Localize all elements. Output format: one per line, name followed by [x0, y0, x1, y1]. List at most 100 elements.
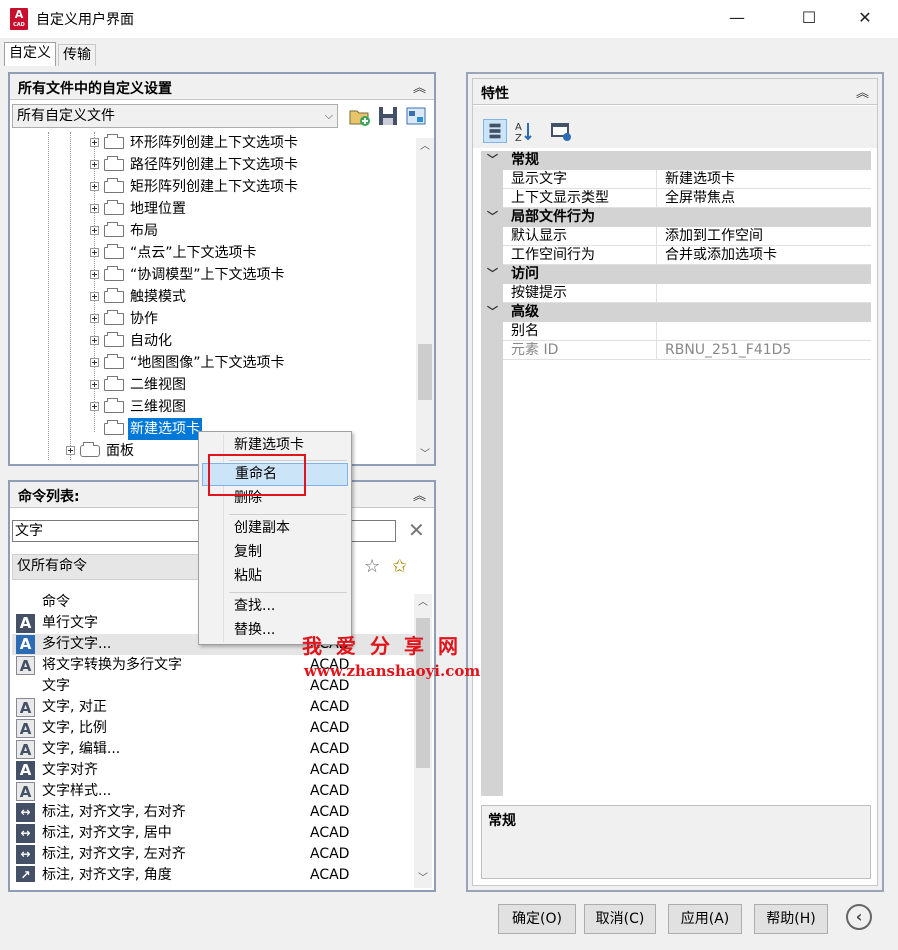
- single-line-text-icon: A: [16, 614, 35, 633]
- list-item[interactable]: ↔ 标注, 对齐文字, 左对齐 ACAD: [12, 844, 412, 865]
- alphabetical-sort-icon[interactable]: AZ: [511, 119, 535, 143]
- category-advanced[interactable]: ﹀ 高级: [481, 303, 871, 322]
- list-item[interactable]: ↔ 标注, 对齐文字, 右对齐 ACAD: [12, 802, 412, 823]
- collapse-category-icon[interactable]: ﹀: [487, 265, 498, 283]
- expand-plus-icon[interactable]: [90, 292, 99, 301]
- expand-plus-icon[interactable]: [90, 182, 99, 191]
- collapse-category-icon[interactable]: ﹀: [487, 208, 498, 226]
- open-file-icon[interactable]: [348, 104, 372, 128]
- collapse-chevron-icon[interactable]: ︽: [413, 485, 426, 504]
- list-item[interactable]: A 文字, 对正 ACAD: [12, 697, 412, 718]
- maximize-button[interactable]: ☐: [786, 0, 832, 38]
- list-item[interactable]: A 文字样式... ACAD: [12, 781, 412, 802]
- collapse-category-icon[interactable]: ﹀: [487, 151, 498, 169]
- expand-plus-icon[interactable]: [90, 336, 99, 345]
- collapse-category-icon[interactable]: ﹀: [487, 303, 498, 321]
- list-item[interactable]: ↔ 标注, 对齐文字, 居中 ACAD: [12, 823, 412, 844]
- ok-button[interactable]: 确定(O): [498, 904, 576, 934]
- title-bar: A CAD 自定义用户界面 — ☐ ✕: [0, 0, 898, 38]
- expand-plus-icon[interactable]: [90, 402, 99, 411]
- menu-item-find[interactable]: 查找...: [202, 595, 348, 618]
- column-header-command[interactable]: 命令: [42, 592, 70, 613]
- category-access[interactable]: ﹀ 访问: [481, 265, 871, 284]
- expand-plus-icon[interactable]: [66, 446, 75, 455]
- expand-plus-icon[interactable]: [90, 160, 99, 169]
- property-row[interactable]: 按键提示: [481, 284, 871, 303]
- list-item[interactable]: A 文字, 编辑... ACAD: [12, 739, 412, 760]
- property-row[interactable]: 显示文字 新建选项卡: [481, 170, 871, 189]
- property-value[interactable]: 全屏带焦点: [657, 189, 871, 208]
- row-gutter: [481, 341, 503, 360]
- tree-guide-line: [48, 132, 49, 460]
- svg-text:A: A: [515, 122, 522, 133]
- property-name: 默认显示: [503, 227, 657, 246]
- help-button[interactable]: 帮助(H): [754, 904, 828, 934]
- display-filters-icon[interactable]: [404, 104, 428, 128]
- dim-text-center-icon: ↔: [16, 824, 35, 843]
- property-row[interactable]: 默认显示 添加到工作空间: [481, 227, 871, 246]
- close-button[interactable]: ✕: [842, 0, 888, 38]
- collapse-chevron-icon[interactable]: ︽: [856, 82, 869, 101]
- expand-plus-icon[interactable]: [90, 380, 99, 389]
- row-gutter: [481, 227, 503, 246]
- scroll-down-icon[interactable]: ﹀: [416, 446, 434, 464]
- property-value[interactable]: 新建选项卡: [657, 170, 871, 189]
- property-value[interactable]: 合并或添加选项卡: [657, 246, 871, 265]
- minimize-button[interactable]: —: [714, 0, 760, 38]
- collapse-chevron-icon[interactable]: ︽: [413, 77, 426, 96]
- text-align-icon: A: [16, 761, 35, 780]
- expand-plus-icon[interactable]: [90, 248, 99, 257]
- customizations-panel-title: 所有文件中的自定义设置: [18, 81, 172, 97]
- dim-text-left-icon: ↔: [16, 845, 35, 864]
- scroll-thumb[interactable]: [418, 344, 432, 400]
- customization-file-select[interactable]: 所有自定义文件 ⌵: [12, 104, 338, 128]
- property-name: 按键提示: [503, 284, 657, 303]
- scroll-down-icon[interactable]: ﹀: [414, 870, 432, 888]
- expand-plus-icon[interactable]: [90, 314, 99, 323]
- folder-icon: [104, 222, 124, 237]
- new-command-star-icon[interactable]: ✩: [392, 556, 407, 577]
- tab-customize[interactable]: 自定义: [4, 42, 56, 66]
- property-value[interactable]: [657, 284, 871, 303]
- category-general[interactable]: ﹀ 常规: [481, 151, 871, 170]
- expand-plus-icon[interactable]: [90, 204, 99, 213]
- expand-plus-icon[interactable]: [90, 138, 99, 147]
- property-name: 上下文显示类型: [503, 189, 657, 208]
- property-name: 工作空间行为: [503, 246, 657, 265]
- category-partial-file-behavior[interactable]: ﹀ 局部文件行为: [481, 208, 871, 227]
- properties-panel: 特性 ︽ AZ ﹀ 常规 显示文字 新建选项卡 上下文显示类型 全屏带焦点 ﹀ 局部文件…: [472, 78, 878, 886]
- description-box: 常规: [481, 805, 871, 879]
- menu-separator: [229, 514, 347, 515]
- menu-item-copy[interactable]: 复制: [202, 541, 348, 564]
- folder-icon: [104, 420, 124, 435]
- property-row[interactable]: 别名: [481, 322, 871, 341]
- scroll-up-icon[interactable]: ︿: [416, 138, 434, 156]
- apply-button[interactable]: 应用(A): [668, 904, 742, 934]
- property-row[interactable]: 上下文显示类型 全屏带焦点: [481, 189, 871, 208]
- cancel-button[interactable]: 取消(C): [584, 904, 656, 934]
- expand-plus-icon[interactable]: [90, 270, 99, 279]
- property-row[interactable]: 工作空间行为 合并或添加选项卡: [481, 246, 871, 265]
- property-value[interactable]: [657, 322, 871, 341]
- list-item[interactable]: A 文字对齐 ACAD: [12, 760, 412, 781]
- chevron-down-icon: ⌵: [324, 109, 333, 122]
- menu-item-paste[interactable]: 粘贴: [202, 565, 348, 588]
- categorized-view-icon[interactable]: [483, 119, 507, 143]
- property-row[interactable]: 元素 ID RBNU_251_F41D5: [481, 341, 871, 360]
- clear-search-icon[interactable]: ✕: [408, 518, 425, 542]
- list-item[interactable]: A 文字, 比例 ACAD: [12, 718, 412, 739]
- menu-item-duplicate[interactable]: 创建副本: [202, 517, 348, 540]
- property-pages-icon[interactable]: [549, 119, 573, 143]
- list-item[interactable]: ↗ 标注, 对齐文字, 角度 ACAD: [12, 865, 412, 882]
- description-title: 常规: [488, 813, 516, 829]
- save-icon[interactable]: [376, 104, 400, 128]
- scroll-up-icon[interactable]: ︿: [414, 594, 432, 612]
- tab-transfer[interactable]: 传输: [58, 44, 96, 66]
- folder-icon: [104, 288, 124, 303]
- property-value[interactable]: 添加到工作空间: [657, 227, 871, 246]
- expand-plus-icon[interactable]: [90, 226, 99, 235]
- tree-scrollbar[interactable]: ︿ ﹀: [416, 138, 434, 464]
- collapse-panel-icon[interactable]: ‹: [846, 904, 872, 930]
- star-icon[interactable]: ☆: [364, 556, 380, 577]
- expand-plus-icon[interactable]: [90, 358, 99, 367]
